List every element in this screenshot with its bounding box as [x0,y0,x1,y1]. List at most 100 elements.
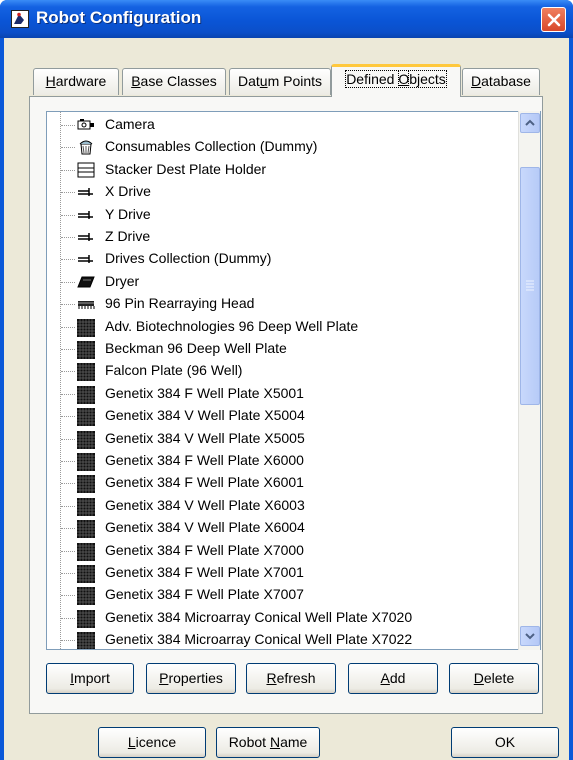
well-plate-icon [77,318,95,337]
tree-item[interactable]: Genetix 384 V Well Plate X5004 [47,405,517,427]
well-plate-icon [77,565,95,583]
tree-connector [61,505,75,507]
import-button[interactable]: Import [46,663,134,694]
chevron-up-icon [525,119,535,126]
tab-defined-objects-label: Defined Objects [345,70,447,88]
robot-name-button[interactable]: Robot Name [216,727,320,758]
tree-item[interactable]: Z Drive [47,226,517,248]
tree-item[interactable]: Beckman 96 Deep Well Plate [47,338,517,360]
tree-item[interactable]: X Drive [47,181,517,203]
tree-connector [61,438,75,440]
tree-connector [61,169,75,171]
close-icon [547,13,561,27]
tree-connector [61,237,75,238]
tree-item-label: Camera [105,116,155,132]
tree-item-label: Genetix 384 F Well Plate X6001 [105,474,304,491]
tree-connector [61,393,75,395]
tab-datum-points[interactable]: Datum Points [229,68,331,95]
defined-objects-tree[interactable]: Camera Consumables Collection (Dummy) Stac… [46,111,541,650]
tree-connector [61,125,75,126]
tree-item[interactable]: Genetix 384 F Well Plate X6001 [47,472,517,494]
tab-database[interactable]: Database [462,68,540,95]
tree-item[interactable]: Stacker Dest Plate Holder [47,159,517,181]
tree-item[interactable]: Genetix 384 V Well Plate X5005 [47,428,517,450]
tree-item[interactable]: Y Drive [47,204,517,226]
tree-connector [61,192,75,194]
drive-icon [77,207,95,223]
drive-icon [77,184,95,200]
title-bar[interactable]: Robot Configuration [0,0,573,38]
tree-item-label: Genetix 384 V Well Plate X5004 [105,407,305,424]
add-button[interactable]: Add [348,663,438,694]
tab-hardware[interactable]: Hardware [33,68,119,95]
tree-item-label: Genetix 384 V Well Plate X6003 [105,496,305,513]
tree-connector [61,326,75,328]
tree-item[interactable]: Genetix 384 F Well Plate X5001 [47,383,517,405]
plate-holder-icon [77,162,95,178]
tree-connector [61,461,75,462]
delete-button[interactable]: Delete [449,663,539,694]
tree-connector [61,281,75,283]
tree-item[interactable]: Camera [47,114,517,136]
tree-item[interactable]: 96 Pin Rearraying Head [47,293,517,315]
scroll-thumb[interactable] [520,167,540,405]
tree-item-label: Genetix 384 F Well Plate X7001 [105,564,304,580]
tab-base-classes[interactable]: Base Classes [122,68,226,95]
tree-item-label: Genetix 384 F Well Plate X7000 [105,541,304,558]
drive-icon [77,251,95,267]
grip-icon [526,280,534,291]
well-plate-icon [77,363,95,382]
tree-item[interactable]: Genetix 384 V Well Plate X6004 [47,517,517,539]
tree-item[interactable]: Genetix 384 Microarray Conical Well Plat… [47,629,517,649]
tree-item[interactable]: Dryer [47,271,517,293]
tree-item[interactable]: Genetix 384 F Well Plate X7000 [47,540,517,562]
tree-connector [61,640,75,642]
tree-item[interactable]: Genetix 384 V Well Plate X6003 [47,495,517,517]
tree-item-label: Y Drive [105,205,151,222]
tree-connector [61,483,75,485]
well-plate-icon [77,341,95,359]
tree-connector [61,371,75,373]
licence-button[interactable]: Licence [98,727,206,758]
tree-item-label: Drives Collection (Dummy) [105,250,272,267]
tree-connector [61,528,75,530]
dryer-icon [77,274,95,290]
tree-item[interactable]: Genetix 384 F Well Plate X6000 [47,450,517,472]
tree-item-label: Genetix 384 F Well Plate X7007 [105,586,304,603]
tree-item[interactable]: Genetix 384 Microarray Conical Well Plat… [47,607,517,629]
close-button[interactable] [541,7,566,32]
tree-item-label: Consumables Collection (Dummy) [105,138,318,155]
tree-connector [61,573,75,574]
well-plate-icon [77,587,95,606]
tree-item[interactable]: Genetix 384 F Well Plate X7001 [47,562,517,584]
scroll-up-button[interactable] [520,113,540,133]
tree-connector [61,349,75,350]
properties-button[interactable]: Properties [146,663,236,694]
tree-connector [61,595,75,597]
scroll-down-button[interactable] [520,626,540,646]
refresh-button[interactable]: Refresh [246,663,336,694]
window-title: Robot Configuration [36,8,202,27]
tree-item[interactable]: Adv. Biotechnologies 96 Deep Well Plate [47,316,517,338]
drive-icon [77,229,95,245]
tree-connector [61,550,75,552]
tree-item-label: Genetix 384 Microarray Conical Well Plat… [105,631,413,648]
tree-item[interactable]: Falcon Plate (96 Well) [47,360,517,382]
camera-icon [77,117,95,133]
tree-item[interactable]: Genetix 384 F Well Plate X7007 [47,584,517,606]
tree-item-label: Adv. Biotechnologies 96 Deep Well Plate [105,317,359,334]
tree-item-label: Falcon Plate (96 Well) [105,362,243,379]
tree-scrollbar[interactable] [518,111,540,650]
tree-item-label: X Drive [105,183,151,200]
well-plate-icon [77,385,95,404]
tree-item-label: 96 Pin Rearraying Head [105,295,255,312]
tree-item-label: Beckman 96 Deep Well Plate [105,340,287,356]
well-plate-icon [77,408,95,427]
tab-defined-objects[interactable]: Defined Objects [331,64,461,97]
well-plate-icon [77,453,95,471]
tree-item[interactable]: Consumables Collection (Dummy) [47,136,517,158]
ok-button[interactable]: OK [451,727,559,758]
tree-item[interactable]: Drives Collection (Dummy) [47,248,517,270]
consumables-icon [77,139,95,155]
tree-item-label: Genetix 384 F Well Plate X5001 [105,384,304,401]
